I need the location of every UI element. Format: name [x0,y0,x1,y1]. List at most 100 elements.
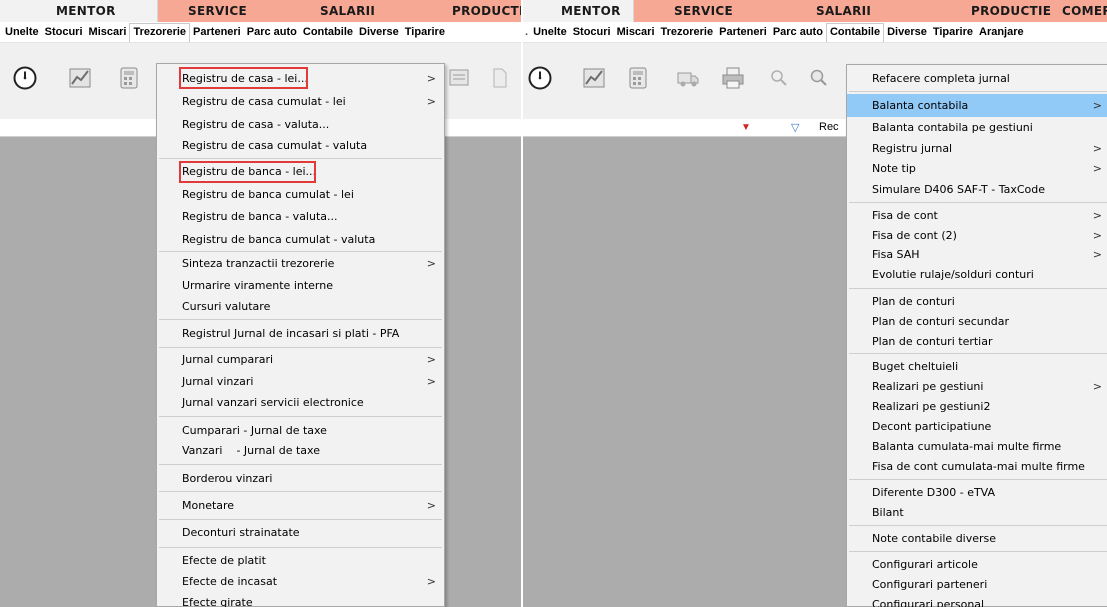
menu-item-label: Registru de casa - valuta... [182,118,330,131]
menu-item-jurnal-vinzari[interactable]: Jurnal vinzari > [157,370,444,393]
menu-item-note-contabile-diverse[interactable]: Note contabile diverse [847,527,1107,550]
clock-icon[interactable] [526,64,554,92]
menu-item-label: Plan de conturi tertiar [872,335,993,348]
menu-item-jurnal-vanzari-servicii[interactable]: Jurnal vanzari servicii electronice [157,391,444,414]
tab-comerc[interactable]: COMERC [1062,0,1107,22]
menu-item-jurnal-cumparari[interactable]: Jurnal cumparari > [157,348,444,371]
menu-separator [159,416,442,417]
menu-item-label: Borderou vinzari [182,472,273,485]
trezorerie-dropdown: Registru de casa - lei... > Registru de c… [156,63,445,607]
menu-tiparire[interactable]: Tiparire [402,23,448,42]
menu-item-simulare-d406[interactable]: Simulare D406 SAF-T - TaxCode [847,178,1107,201]
calculator-icon[interactable] [624,64,652,92]
menu-item-urmarire-viramente[interactable]: Urmarire viramente interne [157,274,444,297]
menu-item-deconturi-strainatate[interactable]: Deconturi strainatate [157,521,444,544]
menu-item-registru-banca-cumulat-lei[interactable]: Registru de banca cumulat - lei [157,183,444,206]
menu-parteneri[interactable]: Parteneri [716,23,770,42]
menu-separator [159,319,442,320]
menu-tiparire[interactable]: Tiparire [930,23,976,42]
menu-item-registru-casa-valuta[interactable]: Registru de casa - valuta... [157,113,444,136]
zoom-icon[interactable] [445,64,473,92]
menu-item-note-tip[interactable]: Note tip > [847,157,1107,180]
chart-icon[interactable] [66,64,94,92]
tab-mentor[interactable]: MENTOR [523,0,634,22]
menu-item-bilant[interactable]: Bilant [847,501,1107,524]
printer-icon[interactable] [719,64,747,92]
menu-stocuri[interactable]: Stocuri [570,23,614,42]
chevron-right-icon: > [426,95,436,108]
menu-item-label: Deconturi strainatate [182,526,300,539]
menu-contabile[interactable]: Contabile [825,22,885,42]
menu-contabile[interactable]: Contabile [300,23,356,42]
clock-icon[interactable] [11,64,39,92]
menu-stocuri[interactable]: Stocuri [42,23,86,42]
chevron-right-icon: > [426,257,436,270]
tab-service[interactable]: SERVICE [634,0,785,22]
menu-item-efecte-girate[interactable]: Efecte girate [157,591,444,607]
menu-item-borderou-vinzari[interactable]: Borderou vinzari [157,467,444,490]
menu-unelte[interactable]: Unelte [530,23,570,42]
menu-item-efecte-incasat[interactable]: Efecte de incasat > [157,570,444,593]
menu-item-label: Jurnal vinzari [182,375,254,388]
menu-item-label: Jurnal vanzari servicii electronice [182,396,364,409]
menu-item-balanta-contabila[interactable]: Balanta contabila > [847,94,1107,117]
menu-item-registru-banca-cumulat-valuta[interactable]: Registru de banca cumulat - valuta [157,228,444,251]
menu-parc-auto[interactable]: Parc auto [244,23,300,42]
grid-column-header: Rec [819,121,839,133]
menu-diverse[interactable]: Diverse [356,23,402,42]
menu-trezorerie[interactable]: Trezorerie [129,22,191,42]
chevron-right-icon: > [426,72,436,85]
menu-item-cursuri-valutare[interactable]: Cursuri valutare [157,295,444,318]
tab-salarii[interactable]: SALARII [785,0,914,22]
menu-parteneri[interactable]: Parteneri [190,23,244,42]
menu-diverse[interactable]: Diverse [884,23,930,42]
menu-item-registru-casa-cumulat-lei[interactable]: Registru de casa cumulat - lei > [157,90,444,113]
search-icon[interactable] [765,64,793,92]
module-tabbar: MENTOR SERVICE SALARII PRODUCTIE [0,0,521,22]
menu-unelte[interactable]: Unelte [2,23,42,42]
menu-item-efecte-platit[interactable]: Efecte de platit [157,549,444,572]
menu-miscari[interactable]: Miscari [86,23,130,42]
menu-parc-auto[interactable]: Parc auto [770,23,826,42]
tab-service[interactable]: SERVICE [158,0,284,22]
menu-item-label: Evolutie rulaje/solduri conturi [872,268,1034,281]
menu-item-registrul-jurnal-pfa[interactable]: Registrul Jurnal de incasari si plati - … [157,322,444,345]
menu-separator-dot: . [525,26,529,38]
right-screenshot-pane: MENTOR SERVICE SALARII PRODUCTIE COMERC … [523,0,1107,607]
tab-productie[interactable]: PRODUCTIE [414,0,521,22]
menu-item-configurari-personal[interactable]: Configurari personal [847,593,1107,607]
menu-item-vanzari-jurnal-taxe[interactable]: Vanzari - Jurnal de taxe [157,439,444,462]
truck-icon[interactable] [674,64,702,92]
chevron-right-icon: > [426,375,436,388]
dropdown-arrow-icon[interactable]: ▼ [741,122,751,133]
menu-miscari[interactable]: Miscari [614,23,658,42]
menu-item-sinteza-tranzactii[interactable]: Sinteza tranzactii trezorerie > [157,252,444,275]
tab-productie[interactable]: PRODUCTIE [914,0,1062,22]
menu-separator [849,525,1107,526]
menu-separator [159,464,442,465]
menu-separator [159,158,442,159]
zoom-icon[interactable] [805,64,833,92]
menu-item-registru-banca-valuta[interactable]: Registru de banca - valuta... [157,205,444,228]
menu-item-refacere-jurnal[interactable]: Refacere completa jurnal [847,67,1107,90]
menu-item-fisa-cont-cumulata[interactable]: Fisa de cont cumulata-mai multe firme [847,455,1107,478]
menu-item-label: Bilant [872,506,904,519]
tab-mentor[interactable]: MENTOR [0,0,158,22]
menu-item-plan-conturi-tertiar[interactable]: Plan de conturi tertiar [847,330,1107,353]
document-icon[interactable] [485,64,513,92]
menu-item-registru-casa-cumulat-valuta[interactable]: Registru de casa cumulat - valuta [157,134,444,157]
menu-item-label: Registru de casa cumulat - lei [182,95,346,108]
menu-trezorerie[interactable]: Trezorerie [658,23,717,42]
menu-item-evolutie-rulaje[interactable]: Evolutie rulaje/solduri conturi [847,263,1107,286]
menu-item-balanta-gestiuni[interactable]: Balanta contabila pe gestiuni [847,116,1107,139]
calculator-icon[interactable] [115,64,143,92]
menu-aranjare[interactable]: Aranjare [976,23,1027,42]
menu-item-label: Refacere completa jurnal [872,72,1010,85]
chart-icon[interactable] [580,64,608,92]
menu-item-monetare[interactable]: Monetare > [157,494,444,517]
filter-icon[interactable]: ▽ [791,121,799,134]
menu-item-label: Efecte girate [182,596,253,607]
menu-item-label: Registru de banca cumulat - valuta [182,233,376,246]
tab-salarii[interactable]: SALARII [284,0,414,22]
menu-separator [849,202,1107,203]
